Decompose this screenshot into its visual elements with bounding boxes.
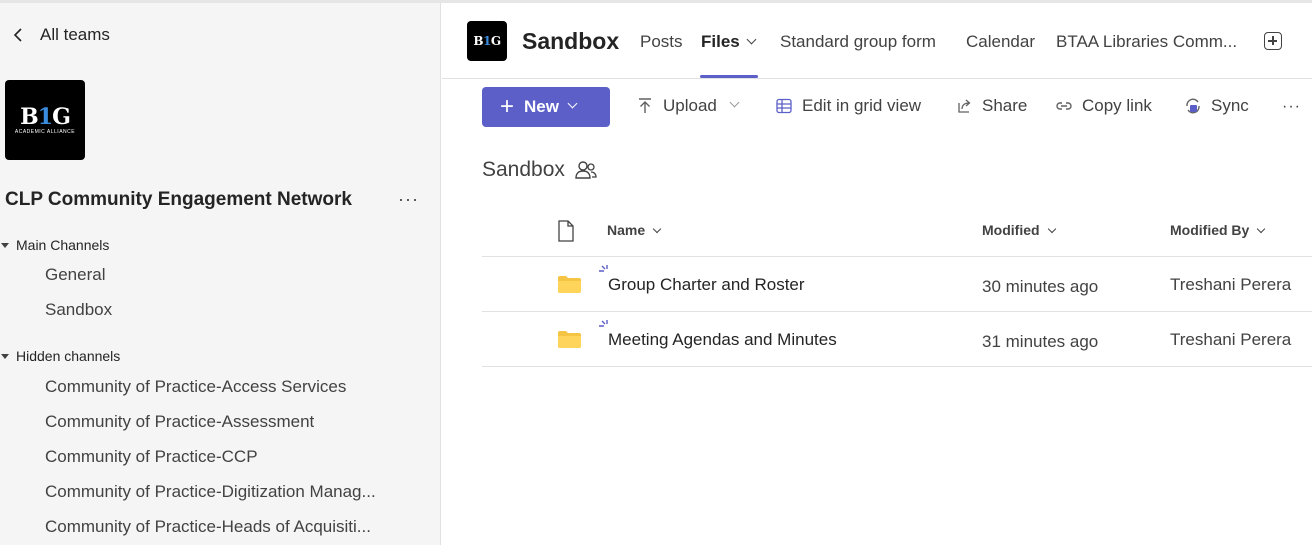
plus-icon: + [500,93,515,120]
tab-btaa-libraries[interactable]: BTAA Libraries Comm... [1056,32,1237,52]
channel-header: B1G Sandbox Posts Files Standard group f… [442,3,1312,79]
chevron-down-icon [1257,224,1266,234]
teams-sidebar: All teams B1G ACADEMIC ALLIANCE CLP Comm… [0,3,441,545]
chevron-down-icon [652,224,662,234]
section-main-channels[interactable]: Main Channels [0,237,109,253]
channel-general[interactable]: General [45,265,105,285]
section-label: Hidden channels [16,348,121,364]
share-button[interactable]: Share [955,96,1027,116]
file-modified-by: Treshani Perera [1170,275,1292,294]
upload-icon [639,98,651,113]
more-options-button[interactable]: ··· [1282,98,1301,116]
caret-down-icon [1,353,9,359]
column-modified-by[interactable]: Modified By [1170,222,1266,238]
channel-access-services[interactable]: Community of Practice-Access Services [45,377,346,397]
back-label: All teams [40,25,110,44]
logo-subtext: ACADEMIC ALLIANCE [14,128,76,135]
active-tab-indicator [700,75,758,78]
link-icon [1056,102,1072,110]
grid-label: Edit in grid view [802,96,922,115]
share-label: Share [982,96,1028,115]
file-table-header: Name Modified Modified By [482,205,1312,257]
column-modified-label: Modified [982,222,1040,238]
tab-calendar[interactable]: Calendar [966,32,1035,52]
channel-acquisitions[interactable]: Community of Practice-Heads of Acquisiti… [45,517,371,537]
folder-icon [558,331,581,348]
file-modified-by: Treshani Perera [1170,330,1292,349]
channel-sandbox[interactable]: Sandbox [45,300,112,320]
new-label: New [524,97,559,116]
sync-button[interactable]: Sync [1184,96,1249,116]
edit-grid-view-button[interactable]: Edit in grid view [775,96,921,116]
people-icon[interactable] [573,158,599,182]
file-name[interactable]: Meeting Agendas and Minutes [608,330,837,350]
channel-digitization[interactable]: Community of Practice-Digitization Manag… [45,482,376,502]
section-label: Main Channels [16,237,110,253]
copy-link-button[interactable]: Copy link [1055,96,1152,116]
team-logo: B1G ACADEMIC ALLIANCE [5,80,85,160]
folder-icon [558,276,581,293]
grid-icon [776,98,792,114]
section-hidden-channels[interactable]: Hidden channels [0,348,120,364]
copy-link-label: Copy link [1082,96,1152,115]
sync-icon [1186,98,1200,114]
add-tab-icon[interactable] [1264,32,1282,50]
tab-files-label: Files [701,32,740,51]
file-type-icon[interactable] [557,220,575,242]
tab-files[interactable]: Files [701,32,757,52]
column-name-label: Name [607,222,646,238]
chevron-left-icon [13,28,22,42]
column-modified[interactable]: Modified [982,222,1056,238]
channel-assessment[interactable]: Community of Practice-Assessment [45,412,314,432]
upload-label: Upload [663,96,717,115]
chevron-down-icon [567,98,578,108]
channel-logo: B1G [467,21,507,61]
file-modified: 30 minutes ago [982,277,1099,296]
share-icon [958,99,971,113]
breadcrumb-folder: Sandbox [482,158,565,181]
table-row[interactable]: Meeting Agendas and Minutes 31 minutes a… [482,312,1312,367]
tab-posts[interactable]: Posts [640,32,683,52]
file-name[interactable]: Group Charter and Roster [608,275,805,295]
upload-button[interactable]: Upload [636,96,740,116]
table-row[interactable]: Group Charter and Roster 30 minutes ago … [482,257,1312,312]
team-more-options-button[interactable]: ··· [398,189,419,210]
column-modified-by-label: Modified By [1170,222,1250,238]
breadcrumb: Sandbox [482,158,599,182]
back-to-all-teams[interactable]: All teams [10,25,110,45]
column-name[interactable]: Name [607,222,662,238]
caret-down-icon [1,242,9,248]
chevron-down-icon [729,97,740,107]
channel-title: Sandbox [522,28,620,54]
chevron-down-icon [1047,224,1056,234]
tab-standard-group-form[interactable]: Standard group form [780,32,936,52]
file-modified: 31 minutes ago [982,332,1099,351]
chevron-down-icon [746,34,757,45]
channel-ccp[interactable]: Community of Practice-CCP [45,447,258,467]
team-name: CLP Community Engagement Network [5,189,352,210]
sync-label: Sync [1211,96,1249,115]
new-button[interactable]: + New [482,87,610,127]
